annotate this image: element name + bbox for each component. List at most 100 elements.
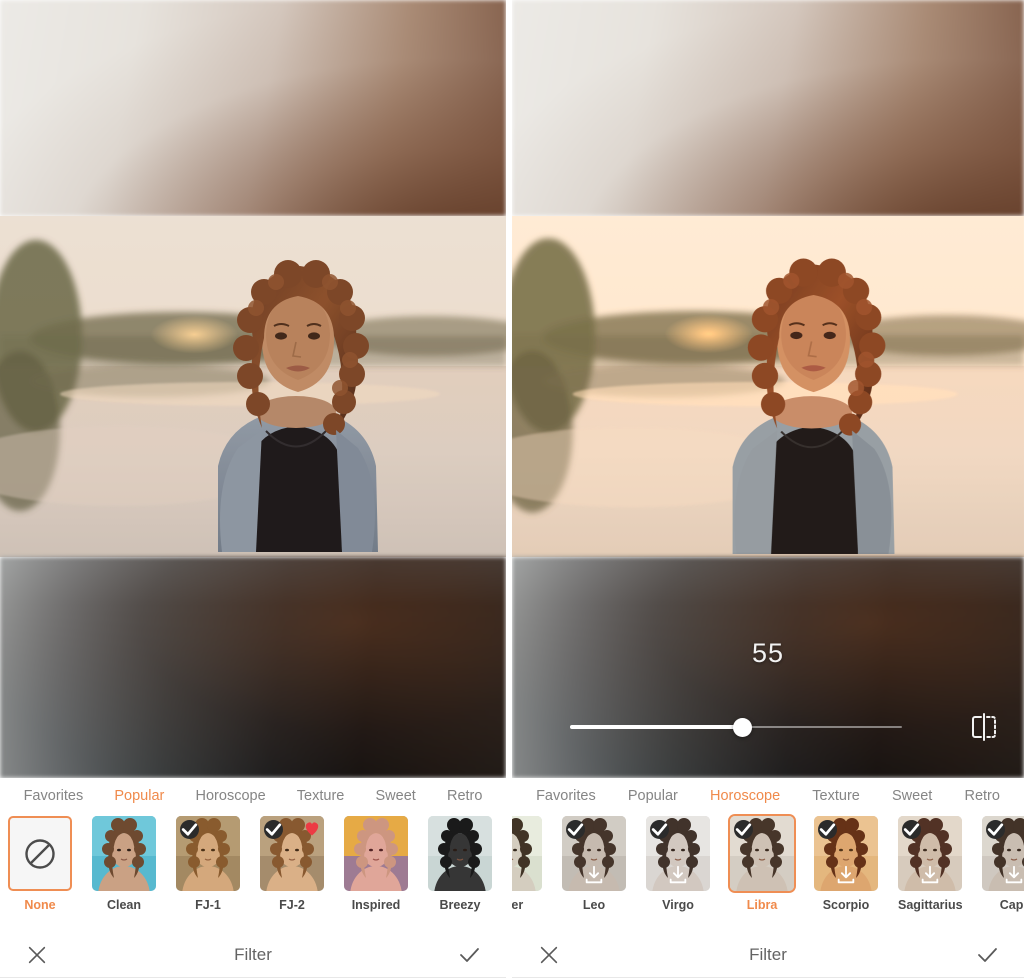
filter-thumbnail[interactable]	[344, 816, 408, 891]
confirm-button[interactable]	[950, 943, 1024, 967]
slider-fill	[570, 725, 743, 729]
filter-item[interactable]: ncer	[512, 816, 542, 912]
filter-item[interactable]: Inspired	[344, 816, 408, 912]
tab-sweet[interactable]: Sweet	[876, 788, 948, 804]
download-icon[interactable]	[667, 864, 689, 886]
filter-label: Inspired	[351, 898, 401, 912]
filter-thumbnail[interactable]	[92, 816, 156, 891]
filter-category-tabs-right[interactable]: Favorites Popular Horoscope Texture Swee…	[512, 778, 1024, 813]
filter-label: Virgo	[662, 898, 694, 912]
no-filter-icon	[25, 838, 55, 869]
blurred-backdrop-bottom	[0, 557, 506, 778]
filter-label: Clean	[106, 898, 142, 912]
tab-texture[interactable]: Texture	[281, 788, 360, 804]
filter-item[interactable]: Clean	[92, 816, 156, 912]
intensity-slider[interactable]	[570, 716, 902, 738]
cancel-button[interactable]	[0, 944, 74, 966]
tab-popular[interactable]: Popular	[99, 788, 180, 804]
download-icon	[669, 865, 687, 884]
confirm-button[interactable]	[432, 943, 506, 967]
filter-item[interactable]: Sagittarius	[898, 816, 963, 912]
favorite-heart-icon[interactable]	[303, 819, 321, 837]
filter-label: Breezy	[439, 898, 481, 912]
check-icon	[978, 947, 997, 962]
filter-thumbnail[interactable]	[814, 816, 878, 891]
dual-screenshot-compare: Favorites Popular Horoscope Texture Swee…	[0, 0, 1024, 978]
tab-texture[interactable]: Texture	[796, 788, 876, 804]
photo-preview-right[interactable]	[512, 216, 1024, 557]
cancel-button[interactable]	[512, 944, 586, 966]
filter-thumbnail[interactable]	[982, 816, 1024, 891]
filter-label: Sagittarius	[898, 898, 963, 912]
action-bar-right: Filter	[512, 931, 1024, 978]
filter-thumbnail[interactable]	[176, 816, 240, 891]
tab-favorites[interactable]: Favorites	[520, 788, 612, 804]
filter-item[interactable]: Scorpio	[814, 816, 878, 912]
filter-item[interactable]: None	[8, 816, 72, 912]
filter-item[interactable]: FJ-1	[176, 816, 240, 912]
filter-applied-badge	[986, 820, 1005, 839]
filter-applied-badge	[902, 820, 921, 839]
heart-icon	[305, 822, 319, 836]
download-icon	[921, 865, 939, 884]
right-phone-screen: 55 Favorites Popular Horoscope Texture S…	[512, 0, 1024, 978]
check-icon	[265, 823, 282, 836]
filter-applied-badge	[734, 820, 753, 839]
filter-thumbnail[interactable]	[512, 816, 542, 891]
filter-item[interactable]: Virgo	[646, 816, 710, 912]
slider-knob[interactable]	[733, 717, 753, 737]
tab-sweet[interactable]: Sweet	[360, 788, 431, 804]
filter-label: Capr	[999, 898, 1024, 912]
tab-retro[interactable]: Retro	[948, 788, 1016, 804]
download-icon	[1005, 865, 1023, 884]
filter-applied-badge	[264, 820, 283, 839]
check-icon	[819, 823, 836, 836]
filter-applied-badge	[566, 820, 585, 839]
action-bar-left: Filter	[0, 931, 506, 978]
tab-retro[interactable]: Retro	[431, 788, 498, 804]
filter-item[interactable]: Libra	[730, 816, 794, 912]
check-icon	[567, 823, 584, 836]
check-icon	[460, 947, 479, 962]
filter-label: FJ-1	[195, 898, 221, 912]
check-icon	[987, 823, 1004, 836]
filter-thumbnail[interactable]	[646, 816, 710, 891]
download-icon[interactable]	[919, 864, 941, 886]
compare-button[interactable]	[966, 710, 1002, 744]
filter-applied-badge	[650, 820, 669, 839]
filter-label: Leo	[582, 898, 606, 912]
check-icon	[735, 823, 752, 836]
filter-sheet-right: Favorites Popular Horoscope Texture Swee…	[512, 778, 1024, 978]
filter-thumbnail-strip-right[interactable]: ncer Leo Virgo Libra Scorpio Sagittarius Capr	[512, 813, 1024, 918]
filter-thumbnail[interactable]	[898, 816, 962, 891]
download-icon[interactable]	[1003, 864, 1024, 886]
photo-preview-left[interactable]	[0, 216, 506, 557]
filter-item[interactable]: FJ-2	[260, 816, 324, 912]
filter-category-tabs-left[interactable]: Favorites Popular Horoscope Texture Swee…	[0, 778, 506, 813]
filter-item[interactable]: Capr	[982, 816, 1024, 912]
filter-thumbnail-strip-left[interactable]: None Clean FJ-1 FJ-2 Inspired Breezy	[0, 813, 506, 918]
no-filter-tile[interactable]	[8, 816, 72, 891]
download-icon	[585, 865, 603, 884]
sheet-title: Filter	[749, 944, 787, 964]
filter-item[interactable]: Breezy	[428, 816, 492, 912]
download-icon[interactable]	[835, 864, 857, 886]
filter-thumbnail[interactable]	[562, 816, 626, 891]
slider-value-label: 55	[751, 638, 785, 668]
tab-favorites[interactable]: Favorites	[8, 788, 99, 804]
tab-popular[interactable]: Popular	[612, 788, 694, 804]
left-phone-screen: Favorites Popular Horoscope Texture Swee…	[0, 0, 506, 978]
filter-label: Libra	[746, 898, 778, 912]
filter-applied-badge	[818, 820, 837, 839]
tab-horoscope[interactable]: Horoscope	[180, 788, 281, 804]
download-icon[interactable]	[583, 864, 605, 886]
blurred-backdrop-top	[0, 0, 506, 216]
download-icon	[837, 865, 855, 884]
tab-horoscope[interactable]: Horoscope	[694, 788, 796, 804]
sheet-title: Filter	[234, 944, 272, 964]
filter-thumbnail[interactable]	[730, 816, 794, 891]
intensity-slider-panel: 55	[512, 640, 1024, 760]
filter-item[interactable]: Leo	[562, 816, 626, 912]
filter-thumbnail[interactable]	[428, 816, 492, 891]
filter-thumbnail[interactable]	[260, 816, 324, 891]
